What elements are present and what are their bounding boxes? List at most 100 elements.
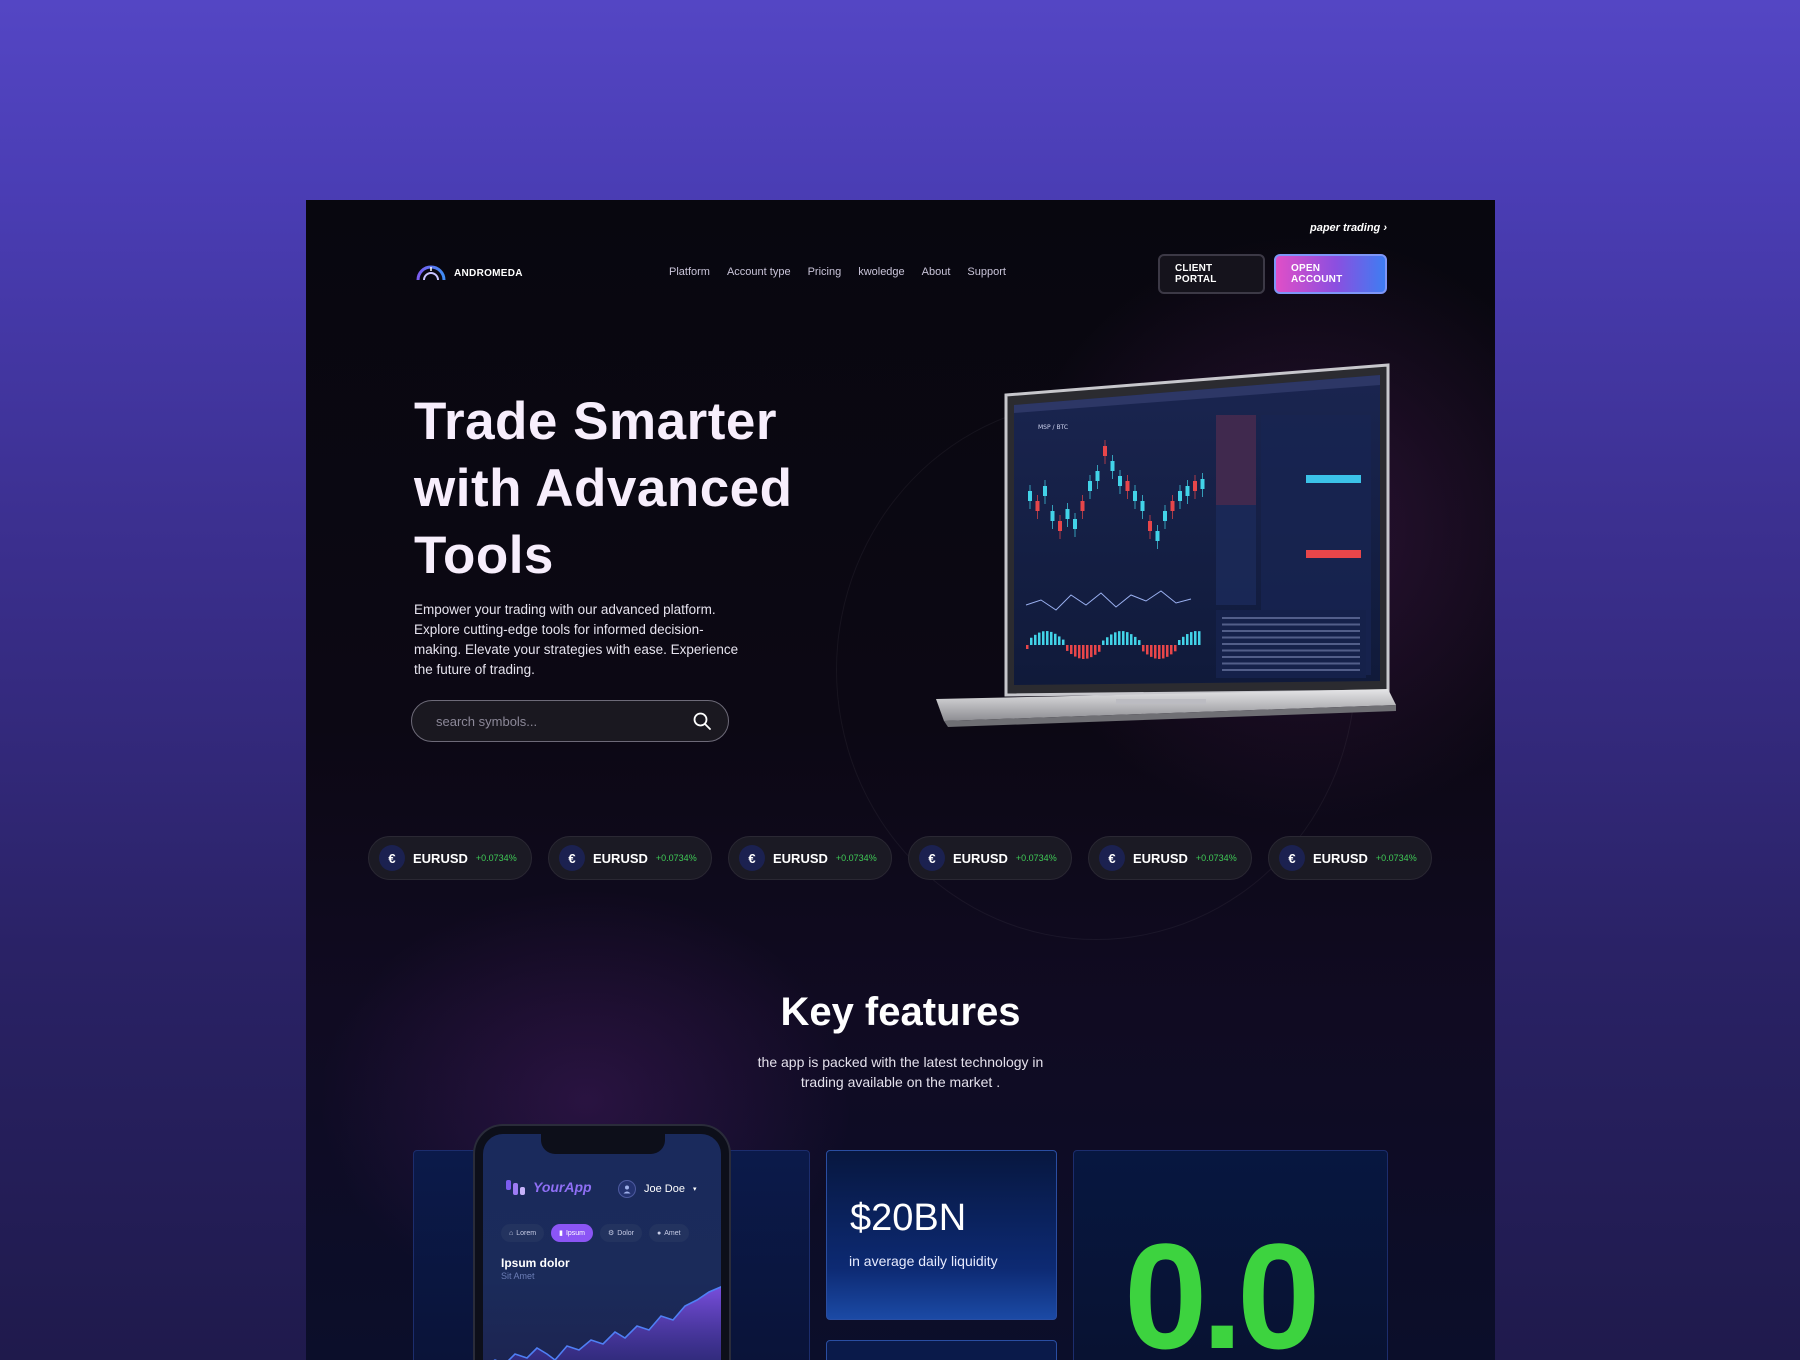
laptop-candle-body (1103, 446, 1107, 456)
pill-label: Dolor (617, 1229, 635, 1237)
laptop-histogram-bar (1058, 636, 1061, 645)
laptop-table-row (1222, 617, 1360, 619)
nav-item-pricing[interactable]: Pricing (808, 266, 842, 278)
laptop-histogram-bar (1182, 636, 1185, 645)
bell-icon: ● (657, 1229, 662, 1237)
laptop-histogram-bar (1102, 640, 1105, 645)
pill-amet[interactable]: ● Amet (649, 1224, 689, 1242)
key-features-title: Key features (780, 990, 1021, 1034)
ticker-pill[interactable]: € EURUSD +0.0734% (548, 836, 712, 880)
laptop-table-row (1222, 656, 1360, 658)
user-name: Joe Doe (644, 1183, 685, 1195)
client-portal-button[interactable]: CLIENT PORTAL (1158, 254, 1265, 294)
laptop-pair-label: MSP / BTC (1038, 424, 1068, 431)
euro-coin-icon: € (559, 845, 585, 871)
nav-item-support[interactable]: Support (967, 266, 1006, 278)
laptop-histogram-bar (1062, 639, 1065, 645)
pill-ipsum[interactable]: ▮ Ipsum (551, 1224, 593, 1242)
app-logo: YourApp (505, 1178, 592, 1196)
laptop-histogram-bar (1114, 632, 1117, 645)
ticker-strip: € EURUSD +0.0734% € EURUSD +0.0734% € EURUSD +0.… (368, 836, 1432, 880)
ticker-change: +0.0734% (1015, 853, 1057, 863)
laptop-table-row (1222, 643, 1360, 645)
euro-coin-icon: € (919, 845, 945, 871)
ticker-pill[interactable]: € EURUSD +0.0734% (728, 836, 892, 880)
brand[interactable]: ANDROMEDA (416, 262, 523, 284)
search-input[interactable] (436, 713, 692, 729)
laptop-histogram-bar (1122, 631, 1125, 645)
laptop-histogram-bar (1078, 645, 1081, 659)
user-menu[interactable]: Joe Doe ▾ (618, 1180, 697, 1198)
nav-item-knowledge[interactable]: kwoledge (858, 266, 904, 278)
laptop-candle-body (1193, 481, 1197, 491)
laptop-histogram-bar (1174, 645, 1177, 652)
symbol-search (411, 700, 729, 742)
ticker-change: +0.0734% (1375, 853, 1417, 863)
laptop-histogram-bar (1142, 645, 1145, 652)
laptop-histogram-bar (1066, 645, 1069, 651)
app-pill-tabs: ⌂ Lorem ▮ Ipsum ⚙ Dolor ● Amet (501, 1224, 689, 1242)
brand-name: ANDROMEDA (454, 267, 523, 279)
laptop-histogram-bar (1054, 633, 1057, 645)
laptop-histogram-bar (1082, 645, 1085, 659)
subtitle-line: trading available on the market . (800, 1074, 1001, 1090)
euro-coin-icon: € (379, 845, 405, 871)
laptop-histogram-bar (1118, 631, 1121, 645)
laptop-histogram-bar (1090, 645, 1093, 658)
main-menu: Platform Account type Pricing kwoledge A… (669, 266, 1006, 278)
ticker-pill[interactable]: € EURUSD +0.0734% (1268, 836, 1432, 880)
laptop-histogram-bar (1042, 631, 1045, 645)
laptop-candle-body (1155, 531, 1160, 541)
phone-notch (541, 1134, 665, 1154)
laptop-candle-body (1200, 479, 1205, 489)
laptop-candle-body (1148, 521, 1152, 531)
laptop-histogram-bar (1198, 631, 1201, 645)
pill-label: Lorem (516, 1229, 537, 1237)
home-icon: ⌂ (509, 1229, 514, 1237)
ticker-symbol: EURUSD (1313, 850, 1368, 866)
laptop-candle-body (1058, 521, 1062, 531)
subtitle-line: the app is packed with the latest techno… (757, 1054, 1044, 1070)
laptop-candle-body (1170, 501, 1175, 511)
ticker-pill[interactable]: € EURUSD +0.0734% (908, 836, 1072, 880)
liquidity-value: $20BN (850, 1197, 967, 1239)
ticker-change: +0.0734% (835, 853, 877, 863)
gear-icon: ⚙ (608, 1230, 615, 1237)
pill-dolor[interactable]: ⚙ Dolor (600, 1224, 643, 1242)
laptop-candle-body (1035, 501, 1040, 511)
laptop-candle-body (1043, 486, 1047, 496)
laptop-histogram-bar (1046, 631, 1049, 645)
laptop-candle-body (1185, 486, 1190, 496)
euro-coin-icon: € (739, 845, 765, 871)
laptop-histogram-bar (1170, 645, 1173, 655)
phone-mockup: YourApp Joe Doe ▾ ⌂ Lorem ▮ Ipsum ⚙ Dolor ●… (475, 1126, 729, 1360)
ticker-pill[interactable]: € EURUSD +0.0734% (368, 836, 532, 880)
laptop-mockup: MSP / BTC (936, 363, 1396, 727)
laptop-table-row (1222, 669, 1360, 671)
laptop-histogram-bar (1150, 645, 1153, 657)
phone-area-chart (493, 1285, 721, 1360)
nav-item-platform[interactable]: Platform (669, 266, 710, 278)
pill-lorem[interactable]: ⌂ Lorem (501, 1224, 545, 1242)
open-account-button[interactable]: OPEN ACCOUNT (1274, 254, 1387, 294)
ticker-change: +0.0734% (655, 853, 697, 863)
laptop-table-row (1222, 636, 1360, 639)
ticker-symbol: EURUSD (953, 850, 1008, 866)
nav-item-about[interactable]: About (922, 266, 951, 278)
ticker-pill[interactable]: € EURUSD +0.0734% (1088, 836, 1252, 880)
laptop-histogram-bar (1166, 645, 1169, 657)
nav-item-account-type[interactable]: Account type (727, 266, 791, 278)
ticker-symbol: EURUSD (1133, 850, 1188, 866)
laptop-histogram-bar (1154, 645, 1157, 659)
search-icon[interactable] (692, 711, 712, 731)
hero-description: Empower your trading with our advanced p… (414, 602, 739, 677)
laptop-histogram-bar (1134, 636, 1137, 645)
laptop-candle-body (1095, 471, 1100, 481)
laptop-candle-body (1028, 491, 1032, 501)
laptop-histogram-bar (1138, 640, 1141, 645)
paper-trading-link[interactable]: paper trading › (1310, 222, 1387, 234)
spread-value: 0.0 (1124, 1212, 1321, 1360)
andromeda-logo-icon (416, 265, 446, 281)
liquidity-label: in average daily liquidity (849, 1253, 998, 1269)
landing-page-window: paper trading › ANDROMEDA Platform Accou… (306, 200, 1495, 1360)
